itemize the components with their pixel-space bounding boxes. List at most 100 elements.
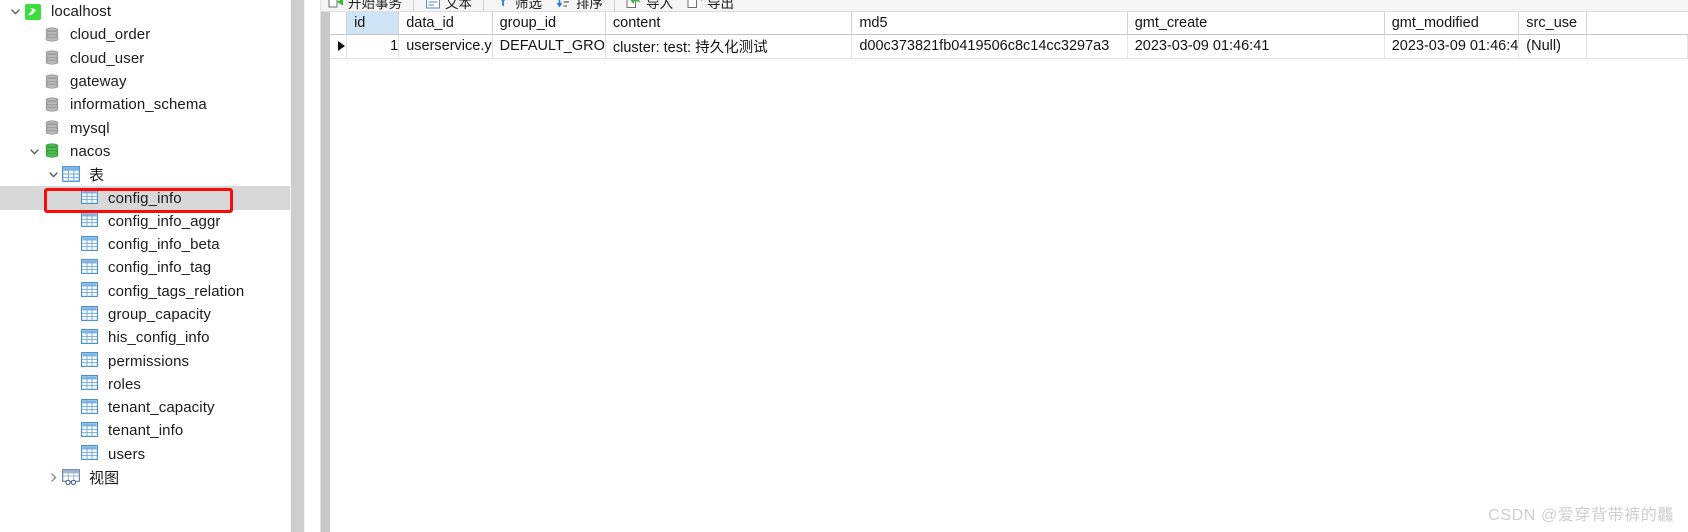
column-header-data_id[interactable]: data_id — [398, 12, 493, 35]
cell-gmt_modified[interactable]: 2023-03-09 01:46:4 — [1384, 34, 1520, 59]
toolbar-button-import[interactable]: 导入 — [619, 0, 680, 11]
tree-item-his_config_info[interactable]: his_config_info — [0, 326, 305, 349]
cell-content[interactable]: cluster: test: 持久化测试 — [605, 34, 853, 59]
connection-tree[interactable]: localhost cloud_order cloud_usergateway inf… — [0, 0, 305, 489]
toolbar-button-export[interactable]: 导出 — [680, 0, 741, 11]
tree-item-label: 视图 — [89, 470, 120, 488]
database-open-icon — [43, 142, 63, 160]
sidebar-grid-splitter[interactable] — [305, 0, 321, 532]
chevron-down-icon[interactable] — [6, 6, 24, 17]
tree-item-config_info_tag[interactable]: config_info_tag — [0, 256, 305, 279]
tree-item-label: config_info_beta — [108, 236, 220, 254]
toolbar-button-text[interactable]: 文本 — [418, 0, 479, 11]
tree-item-label: config_tags_relation — [108, 282, 245, 300]
column-header-id[interactable]: id — [346, 12, 400, 35]
object-tree-sidebar[interactable]: localhost cloud_order cloud_usergateway inf… — [0, 0, 305, 532]
chevron-right-icon[interactable] — [44, 472, 62, 483]
table-icon — [81, 422, 101, 440]
table-icon — [81, 212, 101, 230]
cell-gmt_create[interactable]: 2023-03-09 01:46:41 — [1127, 34, 1385, 59]
sidebar-vertical-scrollbar[interactable] — [290, 0, 305, 532]
tree-item-config_info_beta[interactable]: config_info_beta — [0, 233, 305, 256]
toolbar-button-label: 导出 — [707, 0, 734, 11]
tree-item-label: group_capacity — [108, 306, 212, 323]
column-header-src_use[interactable]: src_use — [1518, 12, 1588, 35]
mysql-host-icon — [24, 3, 44, 21]
column-header-label: id — [354, 14, 366, 31]
table-body[interactable]: 1 userservice.y DEFAULT_GRO cluster: test: … — [330, 34, 1688, 59]
grid-toolbar[interactable]: 开始事务 文本 筛选 排序 导入 导出 — [321, 0, 1688, 12]
views-folder-icon — [62, 468, 82, 487]
import-icon — [626, 0, 642, 10]
grid-row-gutter — [321, 12, 330, 532]
database-icon — [43, 73, 63, 91]
tree-item-label: nacos — [70, 142, 111, 160]
tree-item-config_info_aggr[interactable]: config_info_aggr — [0, 210, 305, 233]
tree-item-label: 表 — [89, 167, 105, 185]
database-icon — [43, 49, 63, 67]
cell-data_id[interactable]: userservice.y — [398, 34, 493, 59]
export-icon — [687, 0, 703, 10]
tree-item-information_schema[interactable]: information_schema — [0, 93, 305, 116]
tree-item-cloud_user[interactable]: cloud_user — [0, 47, 305, 70]
tree-item-config_info[interactable]: config_info — [0, 186, 305, 210]
database-icon — [43, 119, 63, 137]
column-header-gmt_modified[interactable]: gmt_modified — [1384, 12, 1520, 35]
cell-id[interactable]: 1 — [346, 34, 400, 59]
sidebar-scrollbar-thumb[interactable] — [291, 0, 304, 532]
tree-item-cloud_order[interactable]: cloud_order — [0, 23, 305, 46]
data-grid[interactable]: id data_id group_id content md5 gmt_create gmt… — [321, 12, 1688, 532]
chevron-down-icon[interactable] — [44, 169, 62, 180]
tree-item-label: tenant_info — [108, 422, 184, 440]
table-row[interactable]: 1 userservice.y DEFAULT_GRO cluster: test: … — [330, 34, 1688, 59]
row-marker-header — [330, 12, 348, 35]
table-icon — [81, 305, 101, 324]
tree-item-label: cloud_user — [70, 49, 145, 67]
column-header-group_id[interactable]: group_id — [492, 12, 606, 35]
toolbar-button-sort[interactable]: 排序 — [549, 0, 610, 11]
chevron-down-icon[interactable] — [25, 146, 43, 157]
toolbar-button-begin-transaction[interactable]: 开始事务 — [321, 0, 409, 11]
tree-item-permissions[interactable]: permissions — [0, 349, 305, 372]
tree-item-gateway[interactable]: gateway — [0, 70, 305, 93]
column-header-label: md5 — [859, 14, 888, 31]
result-table[interactable]: id data_id group_id content md5 gmt_create gmt… — [330, 12, 1688, 59]
tree-item-tenant_capacity[interactable]: tenant_capacity — [0, 396, 305, 419]
tree-item-users[interactable]: users — [0, 443, 305, 466]
tree-item-label: roles — [108, 375, 142, 393]
tree-item-label: config_info_aggr — [108, 212, 221, 230]
column-header-content[interactable]: content — [605, 12, 853, 35]
tree-item-config_tags_relation[interactable]: config_tags_relation — [0, 280, 305, 303]
tree-item-label: his_config_info — [108, 329, 210, 347]
column-header-label: gmt_modified — [1391, 14, 1479, 31]
tree-item-group_capacity[interactable]: group_capacity — [0, 303, 305, 326]
column-header-md5[interactable]: md5 — [851, 12, 1128, 35]
column-header-gmt_create[interactable]: gmt_create — [1127, 12, 1385, 35]
database-icon — [43, 96, 63, 114]
cell-md5[interactable]: d00c373821fb0419506c8c14cc3297a3 — [851, 34, 1128, 59]
tree-item-localhost[interactable]: localhost — [0, 0, 305, 23]
toolbar-separator — [413, 0, 414, 11]
tree-item-mysql[interactable]: mysql — [0, 116, 305, 139]
column-header-label: content — [612, 14, 661, 31]
sort-icon — [556, 0, 572, 10]
table-header-row[interactable]: id data_id group_id content md5 gmt_create gmt… — [330, 12, 1688, 35]
table-icon — [81, 445, 101, 463]
toolbar-button-filter[interactable]: 筛选 — [488, 0, 549, 11]
grid-empty-area — [330, 58, 1688, 532]
tree-item-label: cloud_order — [70, 26, 151, 44]
tree-item-roles[interactable]: roles — [0, 373, 305, 396]
tree-item-label: information_schema — [70, 96, 207, 114]
column-header-filler — [1586, 12, 1688, 35]
grid-toolbar-items: 开始事务 文本 筛选 排序 导入 导出 — [321, 0, 741, 11]
table-icon — [81, 352, 101, 370]
cell-src_use[interactable]: (Null) — [1518, 34, 1588, 59]
tree-item-label: localhost — [51, 3, 112, 21]
tree-item-[interactable]: 视图 — [0, 466, 305, 489]
csdn-watermark: CSDN @爱穿背带裤的龘 — [1488, 507, 1674, 524]
column-header-label: group_id — [499, 14, 557, 31]
tree-item-nacos[interactable]: nacos — [0, 140, 305, 163]
tree-item-[interactable]: 表 — [0, 163, 305, 186]
cell-group_id[interactable]: DEFAULT_GRO — [492, 34, 606, 59]
tree-item-tenant_info[interactable]: tenant_info — [0, 419, 305, 442]
